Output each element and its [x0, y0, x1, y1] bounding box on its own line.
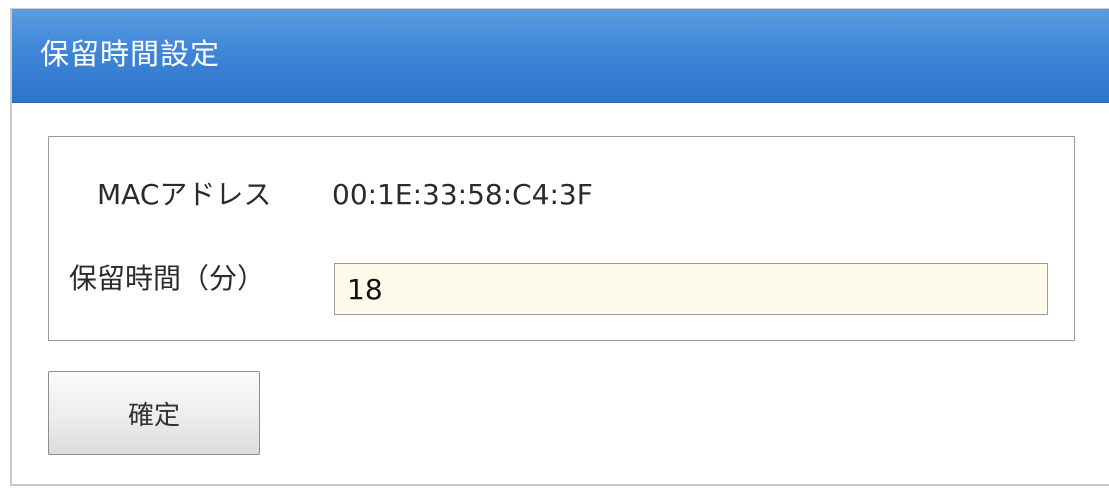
- settings-panel: MACアドレス 00:1E:33:58:C4:3F 保留時間（分）: [48, 136, 1075, 341]
- hold-time-dialog: 保留時間設定 MACアドレス 00:1E:33:58:C4:3F 保留時間（分）…: [10, 8, 1109, 486]
- mac-address-label: MACアドレス: [97, 178, 272, 211]
- mac-address-value: 00:1E:33:58:C4:3F: [332, 178, 593, 211]
- dialog-title: 保留時間設定: [40, 37, 221, 71]
- dialog-titlebar: 保留時間設定: [12, 9, 1109, 103]
- hold-time-label: 保留時間（分）: [69, 262, 266, 295]
- confirm-button[interactable]: 確定: [48, 371, 260, 455]
- hold-time-input[interactable]: [334, 263, 1048, 315]
